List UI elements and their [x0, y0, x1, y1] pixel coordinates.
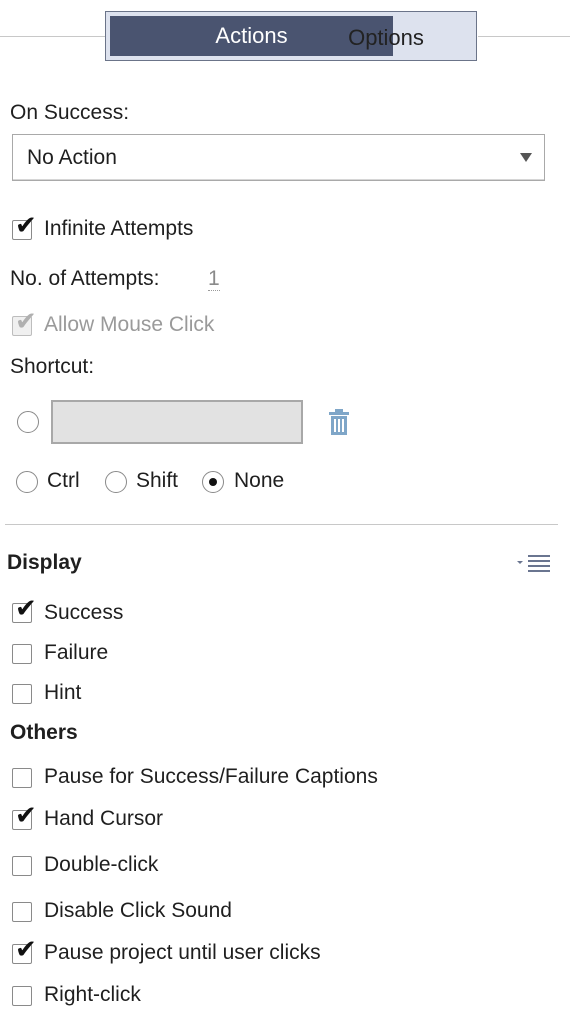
checkmark-icon: ✔ [15, 211, 37, 241]
modifier-label-shift: Shift [136, 469, 179, 492]
section-divider [5, 524, 558, 525]
attempts-label: No. of Attempts: [10, 267, 160, 290]
display-failure-checkbox[interactable] [12, 644, 32, 664]
radio-selected-dot [209, 478, 217, 486]
display-hint-checkbox[interactable] [12, 684, 32, 704]
others-pause-project-checkbox[interactable]: ✔ [12, 937, 37, 964]
shortcut-input[interactable] [51, 400, 303, 444]
tab-options[interactable]: Options [296, 18, 476, 66]
display-success-checkbox[interactable]: ✔ [12, 596, 37, 623]
tab-bar: Actions Options [105, 11, 477, 61]
modifier-radio-ctrl[interactable] [16, 471, 38, 493]
infinite-attempts-label: Infinite Attempts [44, 217, 194, 240]
top-divider-left [0, 36, 105, 37]
checkmark-icon: ✔ [15, 594, 37, 624]
others-hand-cursor-label: Hand Cursor [44, 807, 164, 830]
shortcut-label: Shortcut: [10, 355, 95, 378]
others-disable-sound-label: Disable Click Sound [44, 899, 232, 922]
display-hint-label: Hint [44, 681, 82, 704]
modifier-label-ctrl: Ctrl [47, 469, 80, 492]
others-heading: Others [10, 721, 78, 744]
others-pause-captions-label: Pause for Success/Failure Captions [44, 765, 378, 788]
on-success-label: On Success: [10, 101, 130, 124]
others-right-click-label: Right-click [44, 983, 141, 1006]
attempts-input[interactable]: 1 [208, 268, 220, 291]
checkmark-icon: ✔ [15, 801, 37, 831]
on-success-dropdown[interactable]: No Action [12, 134, 545, 181]
modifier-radio-shift[interactable] [105, 471, 127, 493]
panel-menu-icon[interactable] [516, 553, 552, 575]
checkmark-icon: ✔ [15, 307, 37, 337]
modifier-label-none: None [234, 469, 285, 492]
others-pause-captions-checkbox[interactable] [12, 768, 32, 788]
display-failure-label: Failure [44, 641, 109, 664]
allow-mouse-click-checkbox: ✔ [12, 309, 37, 336]
display-success-label: Success [44, 601, 124, 624]
modifier-radio-none[interactable] [202, 471, 224, 493]
infinite-attempts-checkbox[interactable]: ✔ [12, 213, 37, 240]
on-success-value: No Action [27, 146, 117, 169]
others-right-click-checkbox[interactable] [12, 986, 32, 1006]
top-divider-right [478, 36, 570, 37]
shortcut-radio[interactable] [17, 411, 39, 433]
others-double-click-label: Double-click [44, 853, 159, 876]
trash-icon[interactable] [326, 408, 352, 436]
display-heading: Display [7, 551, 82, 574]
chevron-down-icon [520, 153, 532, 162]
allow-mouse-click-label: Allow Mouse Click [44, 313, 215, 336]
others-hand-cursor-checkbox[interactable]: ✔ [12, 803, 37, 830]
others-disable-sound-checkbox[interactable] [12, 902, 32, 922]
checkmark-icon: ✔ [15, 935, 37, 965]
others-double-click-checkbox[interactable] [12, 856, 32, 876]
others-pause-project-label: Pause project until user clicks [44, 941, 321, 964]
